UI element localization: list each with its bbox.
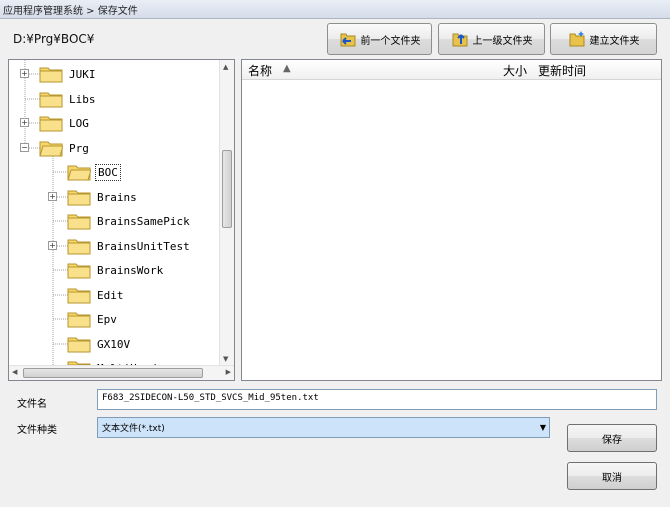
tree-item-label: Libs bbox=[69, 92, 96, 106]
filetype-select[interactable]: 文本文件(*.txt) ▼ bbox=[97, 417, 550, 438]
folder-icon bbox=[67, 312, 91, 328]
current-path: D:¥Prg¥BOC¥ bbox=[13, 32, 95, 46]
tree-item-label: JUKI bbox=[69, 67, 96, 81]
tree-vertical-scrollbar[interactable]: ▲ ▼ bbox=[219, 60, 234, 366]
tree-item-brainssamepick[interactable]: BrainsSamePick bbox=[67, 209, 192, 233]
expand-brainsunittest-icon[interactable]: + bbox=[48, 241, 57, 250]
folder-icon bbox=[67, 190, 91, 206]
folder-icon bbox=[39, 67, 63, 83]
expand-juki-icon[interactable]: + bbox=[20, 69, 29, 78]
tree-item-label: Prg bbox=[69, 141, 89, 155]
tree-item-label: BrainsWork bbox=[97, 263, 164, 277]
column-updated[interactable]: 更新时间 bbox=[538, 62, 586, 79]
tree-item-libs[interactable]: Libs bbox=[39, 87, 98, 111]
column-name[interactable]: 名称 bbox=[248, 62, 272, 79]
tree-item-juki[interactable]: JUKI bbox=[39, 62, 98, 86]
new-folder-button[interactable]: 建立文件夹 bbox=[550, 23, 657, 55]
new-folder-label: 建立文件夹 bbox=[589, 35, 640, 47]
up-folder-button[interactable]: 上一级文件夹 bbox=[438, 23, 545, 55]
tree-item-label: Edit bbox=[97, 288, 124, 302]
tree-item-label: LOG bbox=[69, 116, 89, 130]
folder-icon bbox=[39, 116, 63, 132]
scroll-left-icon[interactable]: ◀ bbox=[12, 368, 17, 376]
filetype-label: 文件种类 bbox=[17, 425, 57, 436]
file-list[interactable]: 名称 ▲ 大小 更新时间 bbox=[241, 59, 662, 381]
back-folder-label: 前一个文件夹 bbox=[360, 35, 421, 47]
tree-item-epv[interactable]: Epv bbox=[67, 307, 119, 331]
filetype-value: 文本文件(*.txt) bbox=[102, 424, 165, 434]
tree-item-label: BrainsUnitTest bbox=[97, 239, 190, 253]
tree-item-label: Brains bbox=[97, 190, 137, 204]
window-title: 应用程序管理系统 > 保存文件 bbox=[3, 6, 138, 17]
tree-item-boc[interactable]: BOC bbox=[67, 160, 121, 184]
tree-item-label: Epv bbox=[97, 312, 117, 326]
tree-horizontal-scrollbar[interactable]: ◀ ▶ bbox=[9, 365, 234, 380]
new-folder-icon bbox=[569, 31, 584, 47]
tree-item-brainsunittest[interactable]: BrainsUnitTest bbox=[67, 234, 192, 258]
back-folder-icon bbox=[340, 33, 355, 47]
open-folder-icon bbox=[67, 165, 91, 181]
expand-log-icon[interactable]: + bbox=[20, 118, 29, 127]
tree-item-prg[interactable]: Prg bbox=[39, 136, 91, 160]
folder-icon bbox=[67, 288, 91, 304]
tree-item-brains[interactable]: Brains bbox=[67, 185, 139, 209]
collapse-prg-icon[interactable]: − bbox=[20, 143, 29, 152]
tree-item-label: GX10V bbox=[97, 337, 131, 351]
tree-item-label: BrainsSamePick bbox=[97, 214, 190, 228]
dropdown-arrow-icon[interactable]: ▼ bbox=[540, 423, 546, 432]
folder-tree[interactable]: + JUKI Libs + LOG − Prg BOC + Brains Bra… bbox=[8, 59, 235, 381]
column-size[interactable]: 大小 bbox=[503, 62, 527, 79]
up-folder-icon bbox=[452, 33, 467, 47]
filename-label: 文件名 bbox=[17, 399, 47, 410]
cancel-button[interactable]: 取消 bbox=[567, 462, 657, 490]
sort-ascending-icon: ▲ bbox=[283, 63, 291, 74]
open-folder-icon bbox=[39, 141, 63, 157]
tree-item-log[interactable]: LOG bbox=[39, 111, 91, 135]
up-folder-label: 上一级文件夹 bbox=[472, 35, 533, 47]
scroll-right-icon[interactable]: ▶ bbox=[226, 368, 231, 376]
folder-icon bbox=[39, 92, 63, 108]
scroll-thumb[interactable] bbox=[23, 368, 203, 378]
tree-item-gx10v[interactable]: GX10V bbox=[67, 332, 132, 356]
folder-icon bbox=[67, 337, 91, 353]
scroll-thumb[interactable] bbox=[222, 150, 232, 228]
filename-input[interactable]: F683_2SIDECON-L50_STD_SVCS_Mid_95ten.txt bbox=[97, 389, 657, 410]
file-list-header: 名称 ▲ 大小 更新时间 bbox=[242, 60, 661, 80]
tree-item-edit[interactable]: Edit bbox=[67, 283, 126, 307]
save-button[interactable]: 保存 bbox=[567, 424, 657, 452]
back-folder-button[interactable]: 前一个文件夹 bbox=[327, 23, 432, 55]
scroll-up-icon[interactable]: ▲ bbox=[223, 63, 228, 71]
title-bar: 应用程序管理系统 > 保存文件 bbox=[0, 0, 670, 19]
folder-icon bbox=[67, 239, 91, 255]
tree-item-label: BOC bbox=[95, 163, 121, 181]
expand-brains-icon[interactable]: + bbox=[48, 192, 57, 201]
tree-item-brainswork[interactable]: BrainsWork bbox=[67, 258, 165, 282]
scroll-down-icon[interactable]: ▼ bbox=[223, 355, 228, 363]
folder-icon bbox=[67, 263, 91, 279]
folder-icon bbox=[67, 214, 91, 230]
